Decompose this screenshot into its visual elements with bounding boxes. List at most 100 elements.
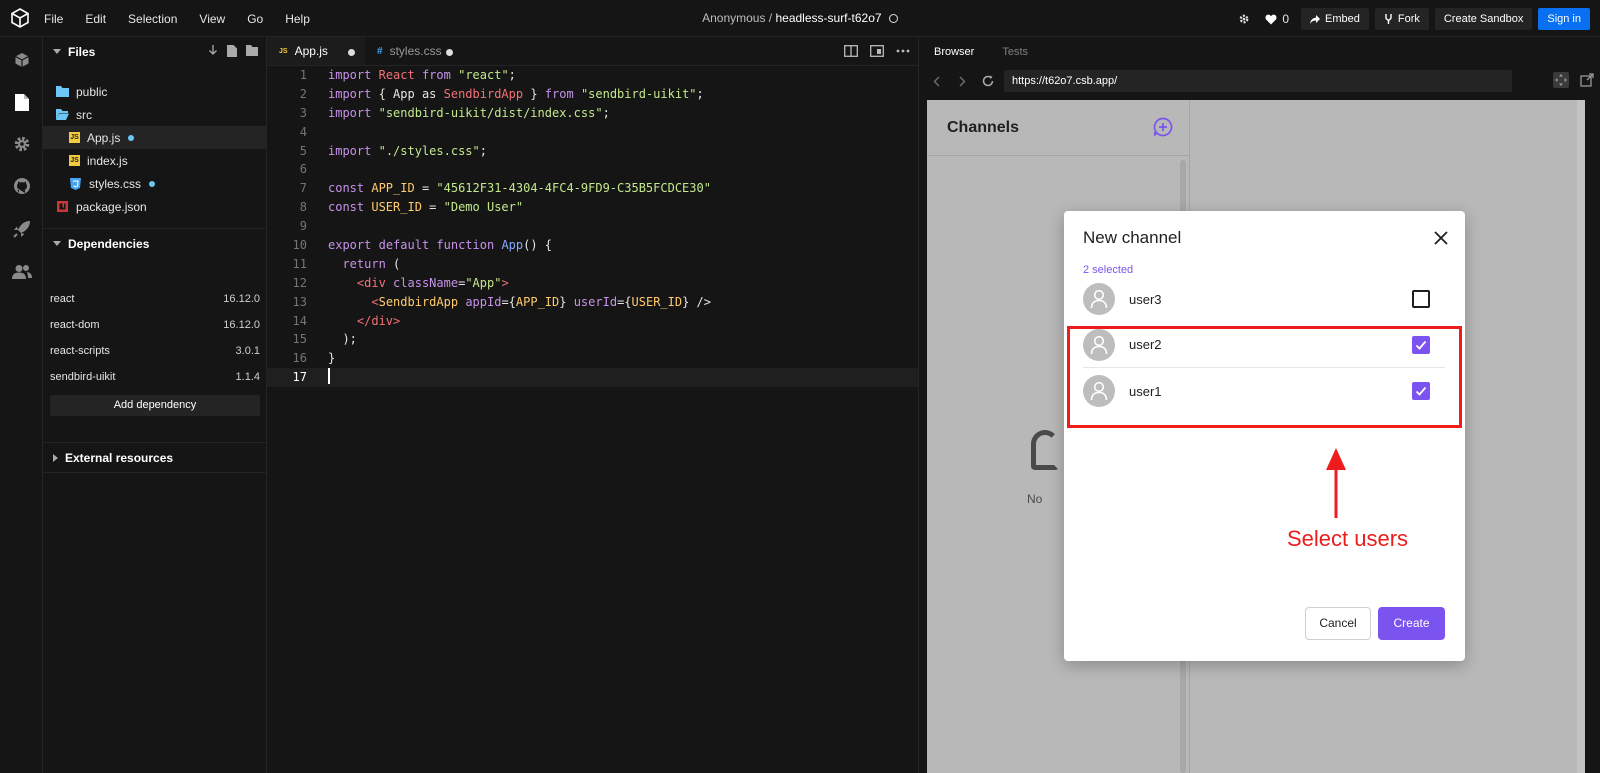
line-number: 1 <box>299 68 307 82</box>
file-tree-item-app-js[interactable]: JS App.js <box>43 126 267 149</box>
back-arrow-icon[interactable] <box>923 66 949 96</box>
menu-view[interactable]: View <box>199 12 225 26</box>
chevron-down-icon <box>53 241 61 246</box>
create-channel-icon[interactable] <box>1153 117 1173 137</box>
code-editor: JS App.js # styles.css 1 import React fro… <box>267 37 918 773</box>
download-icon[interactable] <box>208 45 218 57</box>
code-line: 7 const APP_ID = "45612F31-4304-4FC4-9FD9… <box>267 179 918 198</box>
live-users-icon[interactable] <box>11 261 33 283</box>
code-line: 3 import "sendbird-uikit/dist/index.css"; <box>267 104 918 123</box>
external-resources-section-header[interactable]: External resources <box>43 443 267 472</box>
preview-actions <box>1553 72 1595 88</box>
tab-browser[interactable]: Browser <box>934 46 974 58</box>
tab-tests[interactable]: Tests <box>1002 46 1028 58</box>
new-folder-icon[interactable] <box>246 45 258 57</box>
line-number: 9 <box>299 219 307 234</box>
annotation-arrow-icon <box>1326 448 1346 518</box>
gear-icon[interactable] <box>1233 8 1255 30</box>
new-file-icon[interactable] <box>227 45 237 57</box>
sign-in-button[interactable]: Sign in <box>1538 8 1590 30</box>
split-view-icon[interactable] <box>844 45 858 57</box>
file-tree-item-public[interactable]: public <box>43 80 267 103</box>
create-button[interactable]: Create <box>1378 607 1445 640</box>
more-options-icon[interactable] <box>896 45 910 57</box>
add-dependency-button[interactable]: Add dependency <box>50 395 260 416</box>
forward-arrow-icon[interactable] <box>949 66 975 96</box>
top-bar: File Edit Selection View Go Help Anonymo… <box>0 0 1600 37</box>
tab-label: App.js <box>294 44 328 58</box>
dependencies-header-label: Dependencies <box>68 236 150 251</box>
javascript-file-icon: JS <box>69 155 80 166</box>
settings-gear-icon[interactable] <box>11 133 33 155</box>
file-tree-item-styles-css[interactable]: styles.css <box>43 172 267 195</box>
activity-bar <box>0 37 43 773</box>
file-tree-item-package-json[interactable]: package.json <box>43 195 267 218</box>
browser-navigation: https://t62o7.csb.app/ <box>919 66 1600 96</box>
embed-button[interactable]: Embed <box>1301 8 1369 30</box>
fork-button[interactable]: Fork <box>1374 8 1429 30</box>
cancel-button[interactable]: Cancel <box>1305 607 1371 640</box>
dependency-item[interactable]: sendbird-uikit 1.1.4 <box>50 364 260 390</box>
tab-styles-css[interactable]: # styles.css <box>365 37 463 65</box>
address-bar[interactable]: https://t62o7.csb.app/ <box>1004 70 1512 92</box>
github-icon[interactable] <box>11 175 33 197</box>
editor-toolbar <box>844 45 910 57</box>
page-scrollbar[interactable] <box>1577 100 1585 773</box>
user-checkbox[interactable] <box>1412 290 1430 308</box>
move-icon[interactable] <box>1553 72 1569 88</box>
codesandbox-logo-icon[interactable] <box>10 8 30 28</box>
menu-edit[interactable]: Edit <box>85 12 106 26</box>
menu-go[interactable]: Go <box>247 12 263 26</box>
user-list-item[interactable]: user3 <box>1083 276 1445 322</box>
new-channel-modal: New channel 2 selected user3 user2 user1… <box>1064 211 1465 661</box>
close-icon[interactable] <box>1433 230 1449 246</box>
files-section-header[interactable]: Files <box>43 37 266 66</box>
dependencies-section-header[interactable]: Dependencies <box>43 229 267 258</box>
unsaved-dot[interactable] <box>348 49 355 56</box>
file-explorer-icon[interactable] <box>11 91 33 113</box>
sandbox-name[interactable]: headless-surf-t62o7 <box>775 11 881 25</box>
code-area[interactable]: 1 import React from "react"; 2 import { Ap… <box>267 66 918 388</box>
annotation-text: Select users <box>1287 526 1409 551</box>
menu-bar: File Edit Selection View Go Help <box>44 0 332 37</box>
rocket-deploy-icon[interactable] <box>11 218 33 240</box>
user-icon <box>1090 289 1108 309</box>
unsaved-dot[interactable] <box>446 49 453 56</box>
dependency-item[interactable]: react-dom 16.12.0 <box>50 312 260 338</box>
menu-selection[interactable]: Selection <box>128 12 177 26</box>
dependency-version[interactable]: 1.1.4 <box>236 371 260 383</box>
file-tree-item-index-js[interactable]: JS index.js <box>43 149 267 172</box>
line-number: 13 <box>292 294 307 309</box>
line-number: 14 <box>292 313 307 328</box>
file-tree-label: public <box>76 84 108 99</box>
javascript-file-icon: JS <box>279 47 288 55</box>
dependency-version[interactable]: 3.0.1 <box>236 345 260 357</box>
line-number: 10 <box>292 238 307 253</box>
line-number: 12 <box>292 275 307 290</box>
dependency-version[interactable]: 16.12.0 <box>223 293 260 305</box>
refresh-icon[interactable] <box>975 66 1001 96</box>
code-line: 5 import "./styles.css"; <box>267 142 918 161</box>
like-button[interactable]: 0 <box>1265 12 1289 26</box>
empty-state-text: No <box>1027 492 1043 506</box>
file-tree-item-src[interactable]: src <box>43 103 267 126</box>
preview-layout-icon[interactable] <box>870 45 884 57</box>
code-line: 6 <box>267 160 918 179</box>
tab-app-js[interactable]: JS App.js <box>267 37 365 65</box>
sandbox-owner: Anonymous / <box>702 11 773 25</box>
menu-file[interactable]: File <box>44 12 63 26</box>
top-bar-actions: 0 Embed Fork Create Sandbox Sign in <box>1233 8 1590 30</box>
line-number: 7 <box>299 181 307 196</box>
dependency-version[interactable]: 16.12.0 <box>223 319 260 331</box>
dependency-item[interactable]: react 16.12.0 <box>50 286 260 312</box>
chevron-down-icon <box>53 49 61 54</box>
menu-help[interactable]: Help <box>285 12 310 26</box>
heart-icon <box>1265 14 1277 24</box>
channels-title: Channels <box>947 118 1020 136</box>
cube-icon[interactable] <box>11 49 33 71</box>
open-new-window-icon[interactable] <box>1579 72 1595 88</box>
dependency-name: sendbird-uikit <box>50 371 116 383</box>
line-number: 2 <box>299 86 307 101</box>
create-sandbox-button[interactable]: Create Sandbox <box>1434 8 1533 30</box>
dependency-item[interactable]: react-scripts 3.0.1 <box>50 338 260 364</box>
